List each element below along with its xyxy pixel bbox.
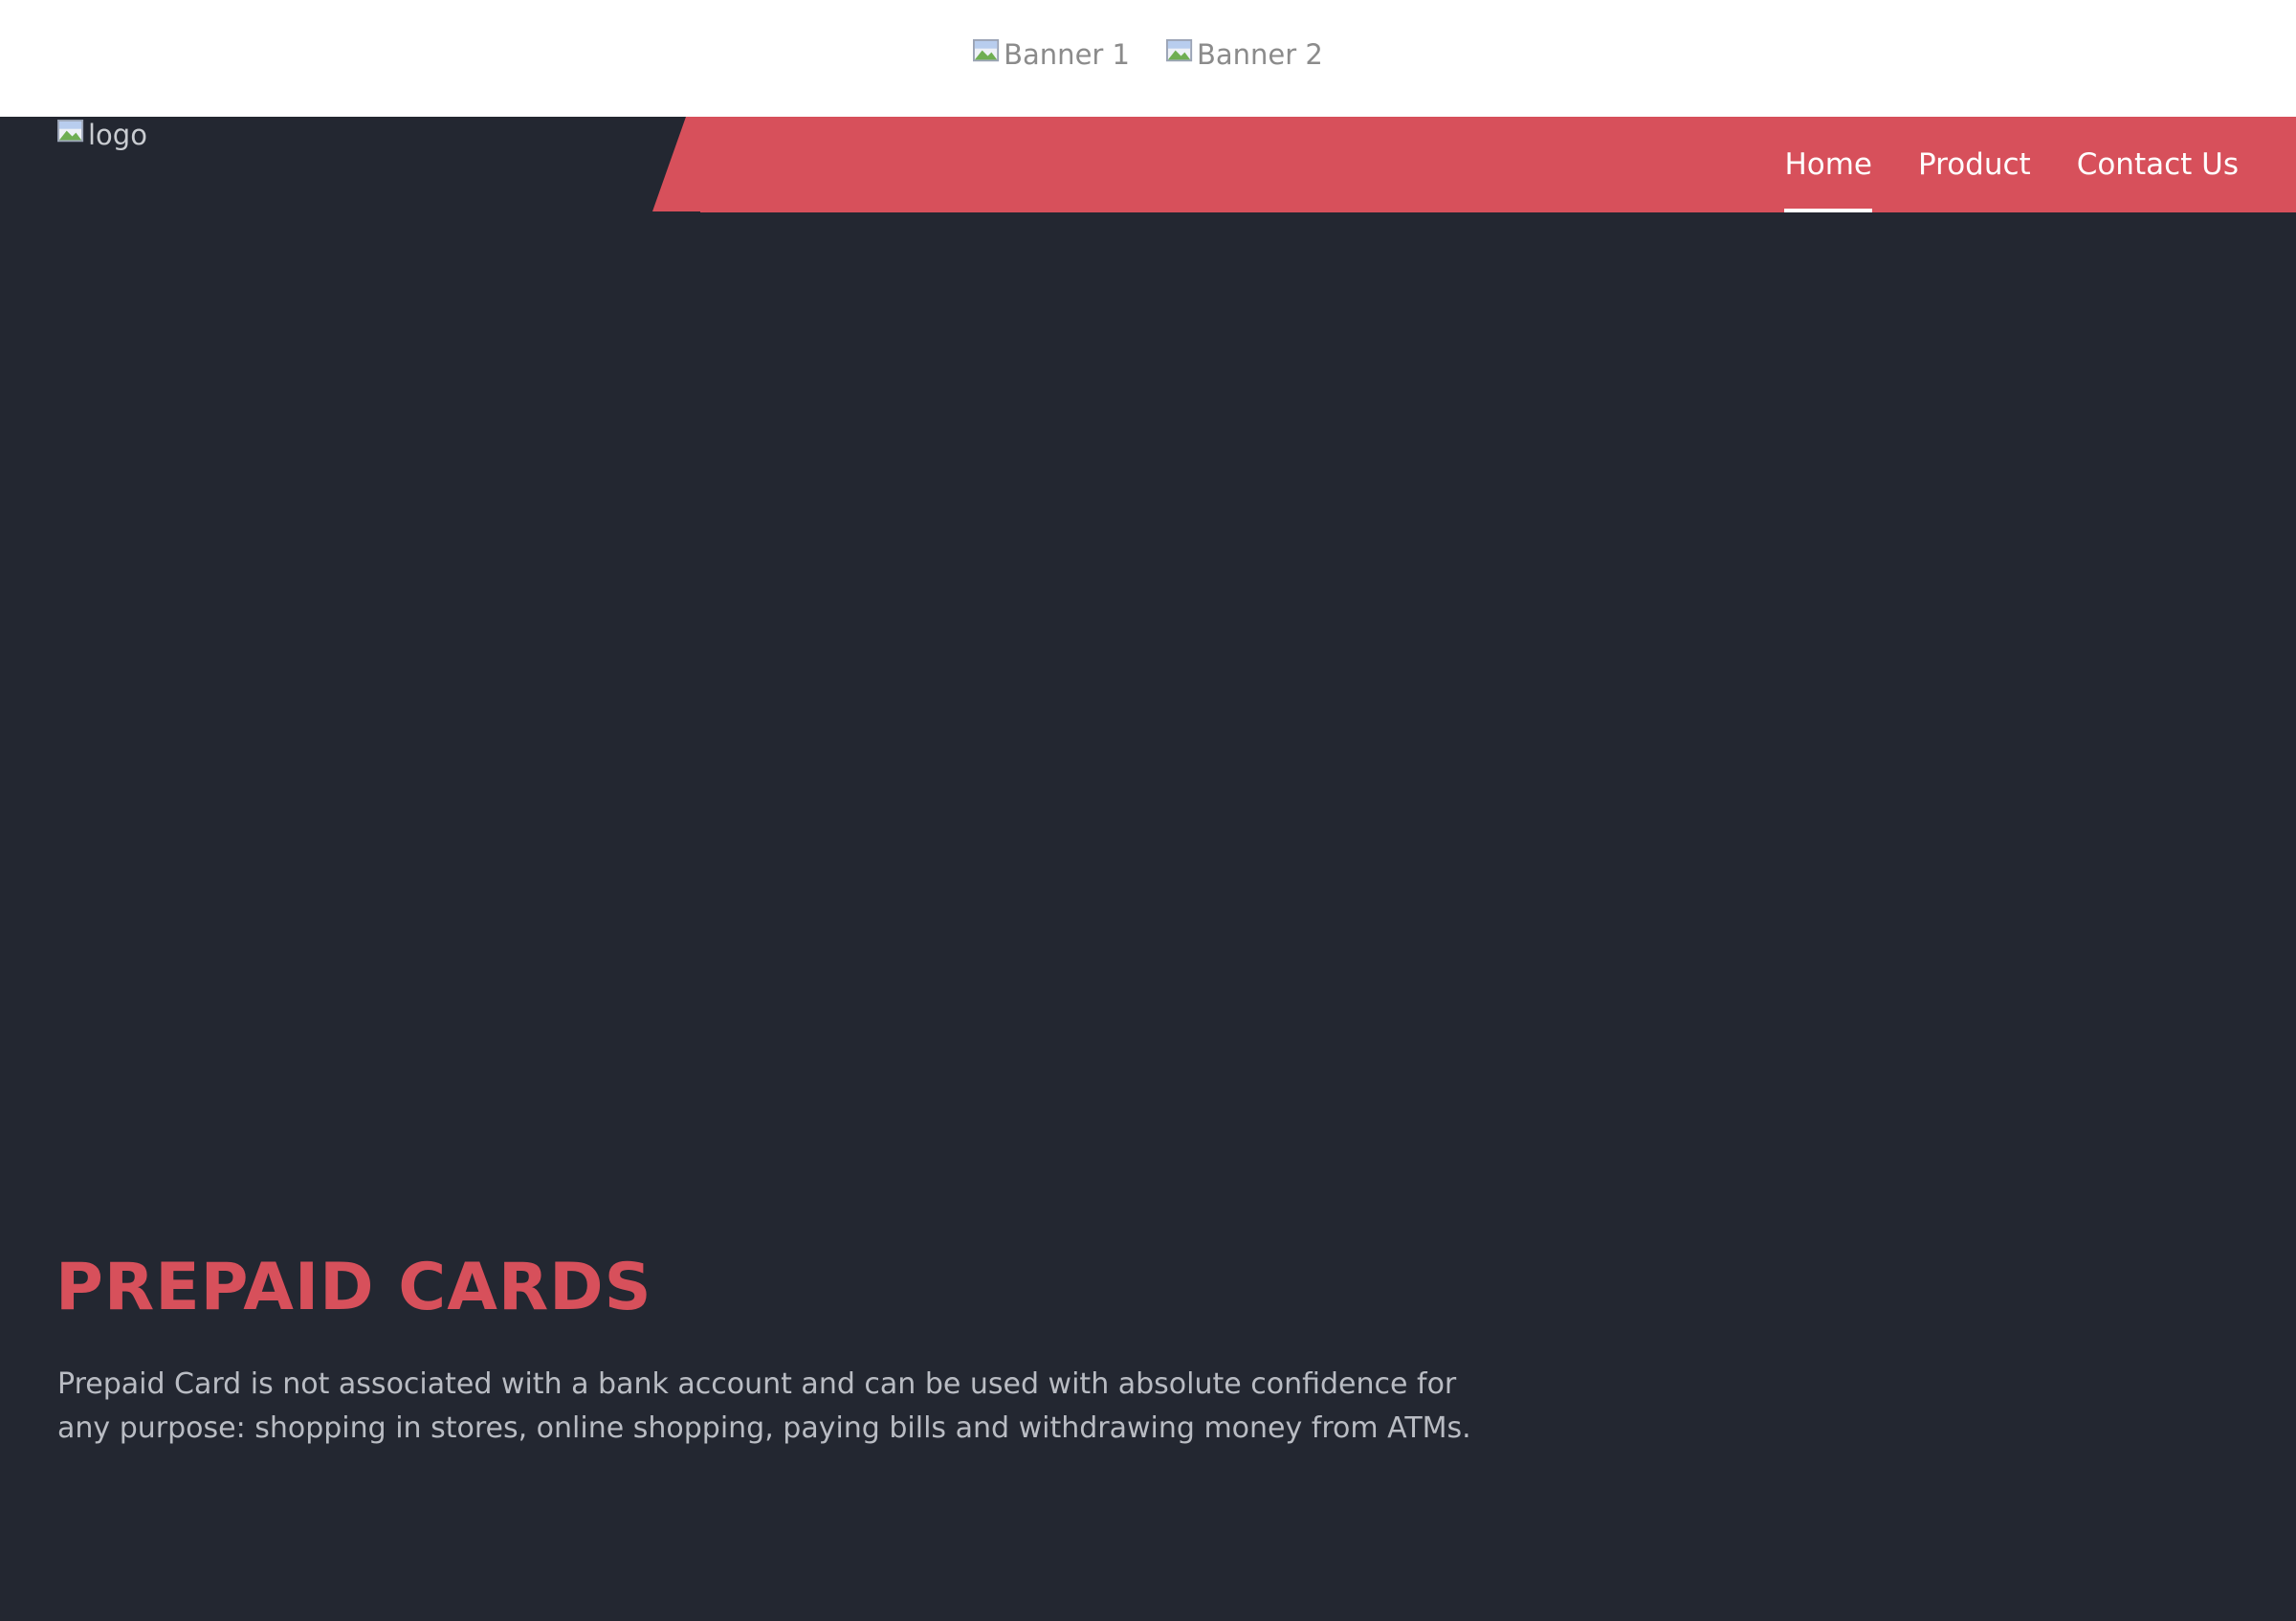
hero-title: PREPAID CARDS	[55, 1250, 652, 1325]
nav-contact-label: Contact Us	[2076, 147, 2239, 182]
nav-home-link[interactable]: Home	[1784, 117, 1872, 212]
site-header: logo Home Product Contact Us	[0, 117, 2296, 212]
broken-image-icon	[973, 39, 1000, 62]
logo-alt-text: logo	[88, 119, 147, 151]
banner-2-alt-text: Banner 2	[1197, 38, 1323, 71]
banner-1-alt-text: Banner 1	[1004, 38, 1130, 71]
logo[interactable]: logo	[57, 119, 147, 151]
broken-image-icon	[1166, 39, 1193, 62]
banner-strip: Banner 1 Banner 2	[0, 0, 2296, 117]
hero-description: Prepaid Card is not associated with a ba…	[57, 1367, 1471, 1445]
nav-product-label: Product	[1917, 147, 2031, 182]
banner-1-image[interactable]: Banner 1	[973, 38, 1130, 71]
nav-contact-link[interactable]: Contact Us	[2077, 117, 2239, 212]
banner-2-image[interactable]: Banner 2	[1166, 38, 1323, 71]
nav-home-label: Home	[1784, 147, 1872, 182]
main-nav: Home Product Contact Us	[1784, 117, 2239, 212]
nav-product-link[interactable]: Product	[1918, 117, 2031, 212]
broken-image-icon	[57, 120, 84, 143]
